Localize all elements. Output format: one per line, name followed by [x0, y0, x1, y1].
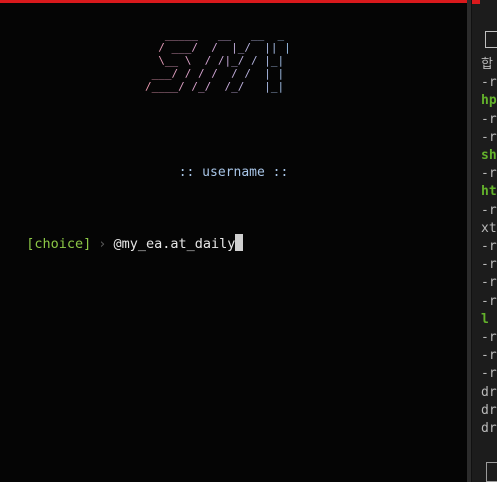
side-cursor: [486, 462, 497, 482]
side-line: ht: [481, 184, 497, 200]
side-line: -r: [481, 366, 497, 382]
side-line: -r: [481, 202, 497, 218]
side-line: l: [481, 311, 489, 327]
side-line: -r: [481, 293, 497, 309]
side-line: dr: [481, 402, 497, 418]
side-line: dr: [481, 421, 497, 437]
side-line: dr: [481, 384, 497, 400]
side-listing: 합 -r hp -r -r sh -r ht -r xt -r -r -r -r l -r -r -r dr dr dr: [481, 56, 497, 438]
side-line: -r: [481, 166, 497, 182]
side-line: -r: [481, 239, 497, 255]
side-line: -r: [481, 257, 497, 273]
username-input[interactable]: @my_ea.at_daily: [113, 236, 235, 252]
side-line: -r: [481, 275, 497, 291]
side-line: 합: [481, 57, 493, 72]
prompt-tag: [choice]: [26, 236, 92, 252]
ascii-logo: _____ __ __ _ / ___/ / |_/ || | \__ \ / …: [145, 28, 291, 93]
side-line: -r: [481, 75, 497, 91]
side-tab-indicator: [472, 0, 480, 4]
prompt-arrow-icon: ›: [98, 236, 107, 252]
side-line: sh: [481, 148, 497, 164]
prompt-line[interactable]: [choice] › @my_ea.at_daily: [10, 218, 244, 252]
side-line: xt: [481, 220, 497, 236]
side-terminal-pane[interactable]: 합 -r hp -r -r sh -r ht -r xt -r -r -r -r l -r -r -r dr dr dr: [472, 0, 497, 482]
side-line: -r: [481, 111, 497, 127]
side-line: -r: [481, 348, 497, 364]
username-label: :: username ::: [178, 165, 289, 180]
text-cursor: [235, 234, 244, 251]
side-line: hp: [481, 93, 497, 109]
side-line: -r: [481, 330, 497, 346]
side-line: -r: [481, 129, 497, 145]
side-button[interactable]: [485, 31, 497, 48]
